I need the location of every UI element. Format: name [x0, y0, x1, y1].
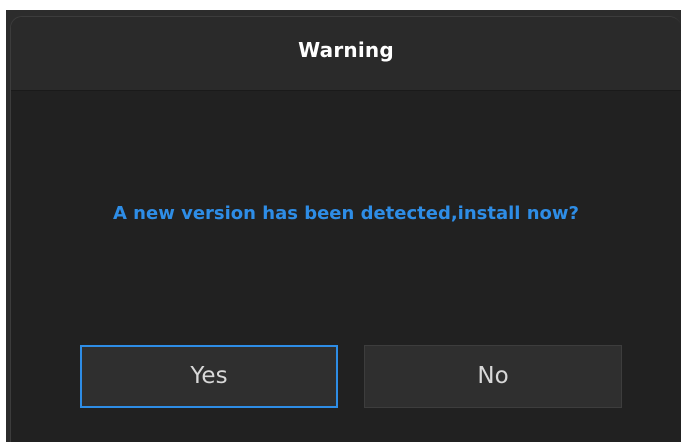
dialog-titlebar: Warning	[11, 17, 681, 91]
screen: Warning A new version has been detected,…	[0, 0, 681, 442]
yes-button[interactable]: Yes	[80, 345, 338, 408]
warning-dialog: Warning A new version has been detected,…	[10, 16, 681, 442]
dialog-title: Warning	[298, 38, 394, 62]
dialog-message: A new version has been detected,install …	[112, 203, 579, 224]
no-button[interactable]: No	[364, 345, 622, 408]
